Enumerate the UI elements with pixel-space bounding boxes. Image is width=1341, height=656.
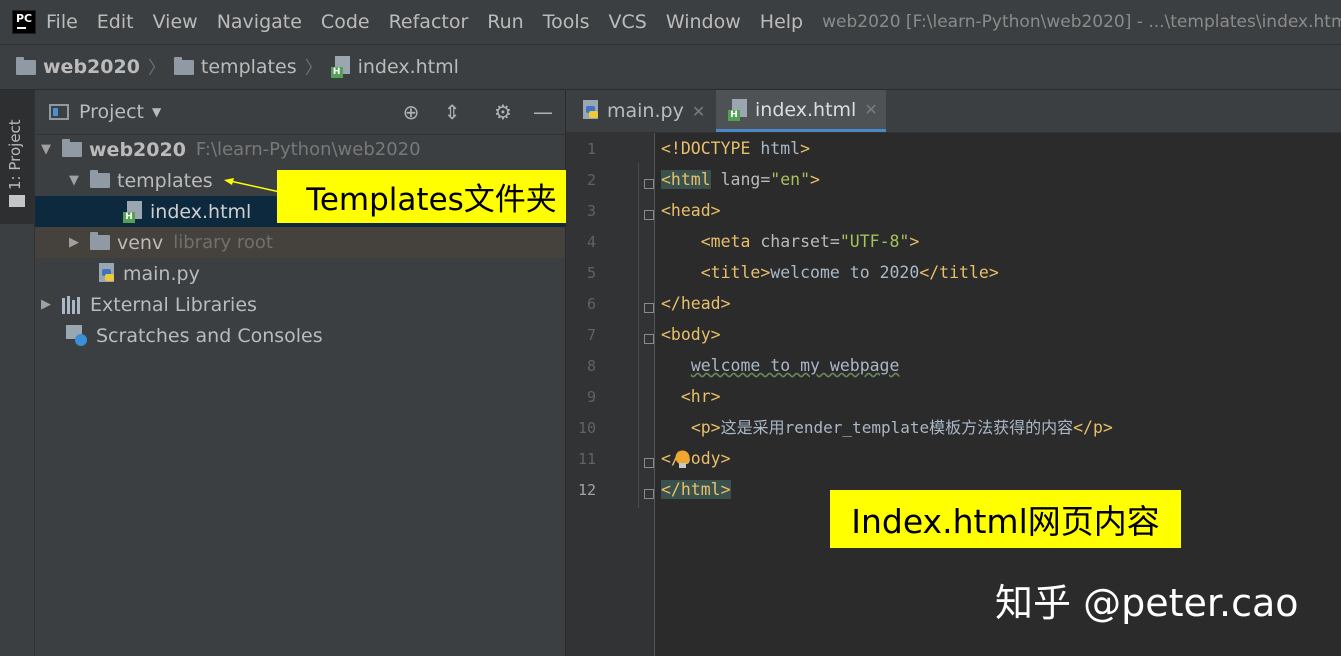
project-panel-header: Project ▼ ⊕ ⇕ ⚙ — — [35, 90, 565, 135]
menu-run[interactable]: Run — [487, 11, 523, 33]
code-line: <meta charset="UTF-8"> — [700, 232, 920, 251]
menu-tools[interactable]: Tools — [543, 11, 590, 33]
intention-bulb-icon[interactable] — [674, 450, 691, 469]
project-panel-title[interactable]: Project — [79, 101, 144, 123]
code-line: <title>welcome to 2020</title> — [700, 263, 999, 282]
pycharm-logo-icon: PC — [12, 10, 36, 34]
collapse-all-icon[interactable]: ⇕ — [440, 100, 464, 124]
python-file-icon — [96, 262, 116, 285]
line-number: 5 — [586, 264, 596, 282]
line-number: 6 — [586, 295, 596, 313]
tree-item-venv[interactable]: ▶ venv library root — [35, 227, 565, 258]
menu-window[interactable]: Window — [666, 11, 741, 33]
menu-view[interactable]: View — [153, 11, 198, 33]
close-icon[interactable]: ✕ — [864, 100, 877, 119]
fold-marker-icon[interactable] — [644, 210, 654, 220]
folder-icon — [90, 232, 110, 250]
line-number: 7 — [586, 326, 596, 344]
expand-arrow-icon[interactable]: ▶ — [66, 235, 82, 250]
tool-window-strip: 1: Project — [0, 90, 35, 656]
code-line: <body> — [661, 325, 721, 344]
tree-item-external-libraries[interactable]: ▶ External Libraries — [35, 289, 565, 320]
folder-icon — [62, 139, 82, 157]
code-line: </html> — [661, 480, 731, 499]
chevron-right-icon: 〉 — [147, 58, 166, 79]
line-number: 11 — [577, 450, 596, 468]
expand-arrow-icon[interactable]: ▼ — [38, 142, 54, 157]
fold-marker-icon[interactable] — [644, 489, 654, 499]
menu-vcs[interactable]: VCS — [609, 11, 647, 33]
project-tool-label: 1: Project — [6, 119, 24, 190]
scratches-icon — [66, 324, 88, 347]
line-number: 1 — [586, 140, 596, 158]
fold-marker-icon[interactable] — [644, 334, 654, 344]
html-file-icon: H — [123, 200, 143, 223]
tree-item-scratches[interactable]: Scratches and Consoles — [35, 320, 565, 351]
library-icon — [62, 295, 82, 314]
annotation-arrow — [224, 178, 281, 193]
menu-edit[interactable]: Edit — [97, 11, 134, 33]
html-file-icon: H — [330, 56, 351, 78]
code-line: <p>这是采用render_template模板方法获得的内容</p> — [690, 418, 1113, 437]
tree-item-web2020[interactable]: ▼ web2020 F:\learn-Python\web2020 — [35, 134, 565, 165]
folder-icon — [90, 170, 110, 188]
breadcrumb-web2020[interactable]: web2020 — [16, 56, 140, 78]
line-number: 4 — [586, 233, 596, 251]
locate-file-icon[interactable]: ⊕ — [399, 100, 423, 124]
folder-icon — [173, 56, 194, 75]
html-file-icon: H — [728, 98, 748, 121]
python-file-icon — [580, 100, 600, 122]
fold-marker-icon[interactable] — [644, 179, 654, 189]
code-line: <!DOCTYPE html> — [661, 139, 811, 158]
code-line: <hr> — [680, 387, 721, 406]
folder-icon — [9, 195, 25, 207]
window-title: web2020 [F:\learn-Python\web2020] - ...\… — [822, 12, 1341, 32]
close-icon[interactable]: ✕ — [692, 102, 705, 121]
menu-file[interactable]: File — [46, 11, 78, 33]
line-number: 9 — [586, 388, 596, 406]
project-view-icon — [49, 104, 69, 120]
expand-arrow-icon[interactable]: ▶ — [38, 297, 54, 312]
watermark: 知乎 @peter.cao — [995, 581, 1299, 625]
breadcrumb-index-html[interactable]: H index.html — [330, 56, 459, 78]
annotation-index-content: Index.html网页内容 — [830, 490, 1181, 548]
code-line: </head> — [661, 294, 731, 313]
editor-tab-bar: main.py ✕ H index.html ✕ — [566, 90, 1341, 133]
code-line: <head> — [661, 201, 721, 220]
breadcrumb: web2020 〉 templates 〉 H index.html — [0, 45, 1341, 90]
tab-index-html[interactable]: H index.html ✕ — [716, 90, 886, 132]
chevron-right-icon: 〉 — [304, 58, 323, 79]
line-number: 10 — [577, 419, 596, 437]
line-number: 3 — [586, 202, 596, 220]
tab-main-py[interactable]: main.py ✕ — [580, 90, 705, 132]
code-line: <html lang="en"> — [661, 170, 820, 189]
editor-gutter: 1 2 3 4 5 6 7 8 9 10 11 12 — [566, 133, 655, 656]
fold-marker-icon[interactable] — [644, 458, 654, 468]
expand-arrow-icon[interactable]: ▼ — [66, 173, 82, 188]
annotation-templates-folder: Templates文件夹 — [277, 170, 586, 223]
code-line: welcome to my webpage — [690, 356, 900, 375]
menu-refactor[interactable]: Refactor — [389, 11, 469, 33]
minimize-icon[interactable]: — — [531, 100, 555, 124]
fold-marker-icon[interactable] — [644, 303, 654, 313]
menu-code[interactable]: Code — [321, 11, 370, 33]
gear-icon[interactable]: ⚙ — [491, 100, 515, 124]
line-number: 8 — [586, 357, 596, 375]
code-line: </body> — [661, 449, 731, 468]
project-tool-tab[interactable]: 1: Project — [0, 90, 34, 224]
chevron-down-icon[interactable]: ▼ — [152, 105, 161, 119]
breadcrumb-templates[interactable]: templates — [173, 56, 297, 78]
menu-bar: PC File Edit View Navigate Code Refactor… — [0, 0, 1341, 45]
tree-item-main-py[interactable]: main.py — [35, 258, 565, 289]
line-number: 12 — [577, 481, 596, 499]
line-number: 2 — [586, 171, 596, 189]
menu-help[interactable]: Help — [760, 11, 803, 33]
menu-navigate[interactable]: Navigate — [217, 11, 302, 33]
